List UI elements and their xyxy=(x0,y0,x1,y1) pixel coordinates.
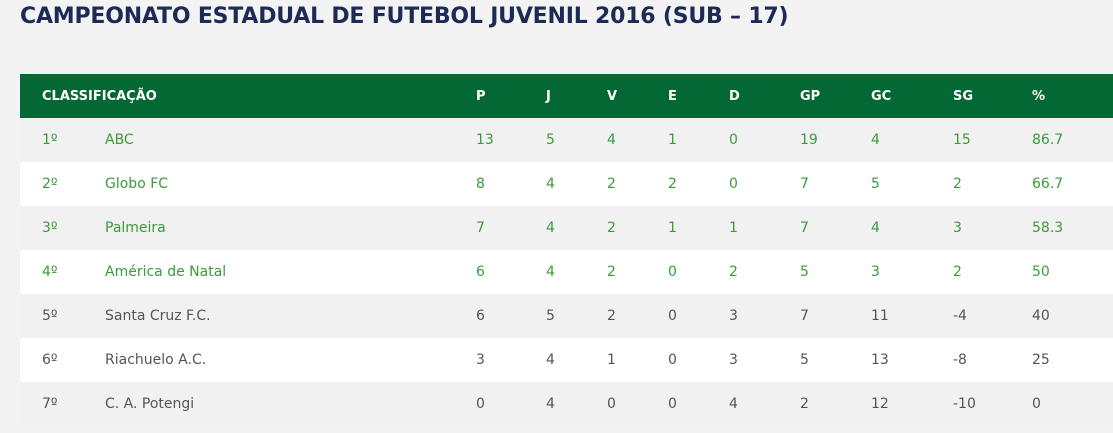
draws-cell: 0 xyxy=(668,250,729,294)
losses-cell: 4 xyxy=(729,382,800,426)
wins-cell: 0 xyxy=(607,382,668,426)
points-cell: 6 xyxy=(476,250,546,294)
goals-for-cell: 7 xyxy=(800,162,871,206)
goal-difference-cell: 2 xyxy=(953,162,1032,206)
goals-against-cell: 12 xyxy=(871,382,953,426)
team-name-cell: Riachuelo A.C. xyxy=(105,338,476,382)
goals-against-cell: 13 xyxy=(871,338,953,382)
table-row: 4º América de Natal 6 4 2 0 2 5 3 2 50 xyxy=(20,250,1113,294)
losses-cell: 3 xyxy=(729,338,800,382)
wins-cell: 2 xyxy=(607,250,668,294)
draws-cell: 0 xyxy=(668,382,729,426)
table-row: 6º Riachuelo A.C. 3 4 1 0 3 5 13 -8 25 xyxy=(20,338,1113,382)
goals-for-cell: 5 xyxy=(800,250,871,294)
goal-difference-cell: 3 xyxy=(953,206,1032,250)
goal-difference-cell: -8 xyxy=(953,338,1032,382)
points-cell: 6 xyxy=(476,294,546,338)
losses-cell: 0 xyxy=(729,118,800,162)
games-cell: 5 xyxy=(546,118,607,162)
col-header-d: D xyxy=(729,74,800,118)
draws-cell: 1 xyxy=(668,206,729,250)
goals-against-cell: 11 xyxy=(871,294,953,338)
points-cell: 7 xyxy=(476,206,546,250)
position-cell: 6º xyxy=(20,338,105,382)
points-cell: 8 xyxy=(476,162,546,206)
page-title: CAMPEONATO ESTADUAL DE FUTEBOL JUVENIL 2… xyxy=(20,4,789,29)
percentage-cell: 66.7 xyxy=(1032,162,1113,206)
table-row: 1º ABC 13 5 4 1 0 19 4 15 86.7 xyxy=(20,118,1113,162)
percentage-cell: 40 xyxy=(1032,294,1113,338)
table-row: 3º Palmeira 7 4 2 1 1 7 4 3 58.3 xyxy=(20,206,1113,250)
team-name-cell: Santa Cruz F.C. xyxy=(105,294,476,338)
games-cell: 4 xyxy=(546,206,607,250)
wins-cell: 2 xyxy=(607,162,668,206)
goal-difference-cell: -10 xyxy=(953,382,1032,426)
col-header-gp: GP xyxy=(800,74,871,118)
percentage-cell: 25 xyxy=(1032,338,1113,382)
team-name-cell: Globo FC xyxy=(105,162,476,206)
goals-for-cell: 7 xyxy=(800,206,871,250)
standings-table: CLASSIFICAÇÃO P J V E D GP GC SG % 1º AB… xyxy=(20,74,1113,426)
team-name-cell: Palmeira xyxy=(105,206,476,250)
goals-against-cell: 3 xyxy=(871,250,953,294)
goal-difference-cell: 2 xyxy=(953,250,1032,294)
points-cell: 3 xyxy=(476,338,546,382)
wins-cell: 2 xyxy=(607,294,668,338)
draws-cell: 2 xyxy=(668,162,729,206)
games-cell: 5 xyxy=(546,294,607,338)
percentage-cell: 58.3 xyxy=(1032,206,1113,250)
percentage-cell: 50 xyxy=(1032,250,1113,294)
goals-against-cell: 5 xyxy=(871,162,953,206)
col-header-classificacao: CLASSIFICAÇÃO xyxy=(20,74,476,118)
percentage-cell: 86.7 xyxy=(1032,118,1113,162)
wins-cell: 2 xyxy=(607,206,668,250)
goals-for-cell: 19 xyxy=(800,118,871,162)
draws-cell: 0 xyxy=(668,294,729,338)
losses-cell: 3 xyxy=(729,294,800,338)
position-cell: 4º xyxy=(20,250,105,294)
losses-cell: 1 xyxy=(729,206,800,250)
table-row: 2º Globo FC 8 4 2 2 0 7 5 2 66.7 xyxy=(20,162,1113,206)
games-cell: 4 xyxy=(546,382,607,426)
percentage-cell: 0 xyxy=(1032,382,1113,426)
position-cell: 1º xyxy=(20,118,105,162)
wins-cell: 4 xyxy=(607,118,668,162)
goals-against-cell: 4 xyxy=(871,206,953,250)
goals-for-cell: 2 xyxy=(800,382,871,426)
position-cell: 7º xyxy=(20,382,105,426)
position-cell: 2º xyxy=(20,162,105,206)
goal-difference-cell: -4 xyxy=(953,294,1032,338)
goal-difference-cell: 15 xyxy=(953,118,1032,162)
col-header-sg: SG xyxy=(953,74,1032,118)
table-row: 7º C. A. Potengi 0 4 0 0 4 2 12 -10 0 xyxy=(20,382,1113,426)
team-name-cell: C. A. Potengi xyxy=(105,382,476,426)
points-cell: 0 xyxy=(476,382,546,426)
losses-cell: 2 xyxy=(729,250,800,294)
col-header-e: E xyxy=(668,74,729,118)
position-cell: 5º xyxy=(20,294,105,338)
table-header-row: CLASSIFICAÇÃO P J V E D GP GC SG % xyxy=(20,74,1113,118)
col-header-j: J xyxy=(546,74,607,118)
draws-cell: 0 xyxy=(668,338,729,382)
col-header-p: P xyxy=(476,74,546,118)
games-cell: 4 xyxy=(546,250,607,294)
team-name-cell: América de Natal xyxy=(105,250,476,294)
table-row: 5º Santa Cruz F.C. 6 5 2 0 3 7 11 -4 40 xyxy=(20,294,1113,338)
points-cell: 13 xyxy=(476,118,546,162)
col-header-gc: GC xyxy=(871,74,953,118)
team-name-cell: ABC xyxy=(105,118,476,162)
draws-cell: 1 xyxy=(668,118,729,162)
goals-against-cell: 4 xyxy=(871,118,953,162)
goals-for-cell: 5 xyxy=(800,338,871,382)
games-cell: 4 xyxy=(546,338,607,382)
wins-cell: 1 xyxy=(607,338,668,382)
position-cell: 3º xyxy=(20,206,105,250)
col-header-v: V xyxy=(607,74,668,118)
games-cell: 4 xyxy=(546,162,607,206)
col-header-pct: % xyxy=(1032,74,1113,118)
losses-cell: 0 xyxy=(729,162,800,206)
goals-for-cell: 7 xyxy=(800,294,871,338)
